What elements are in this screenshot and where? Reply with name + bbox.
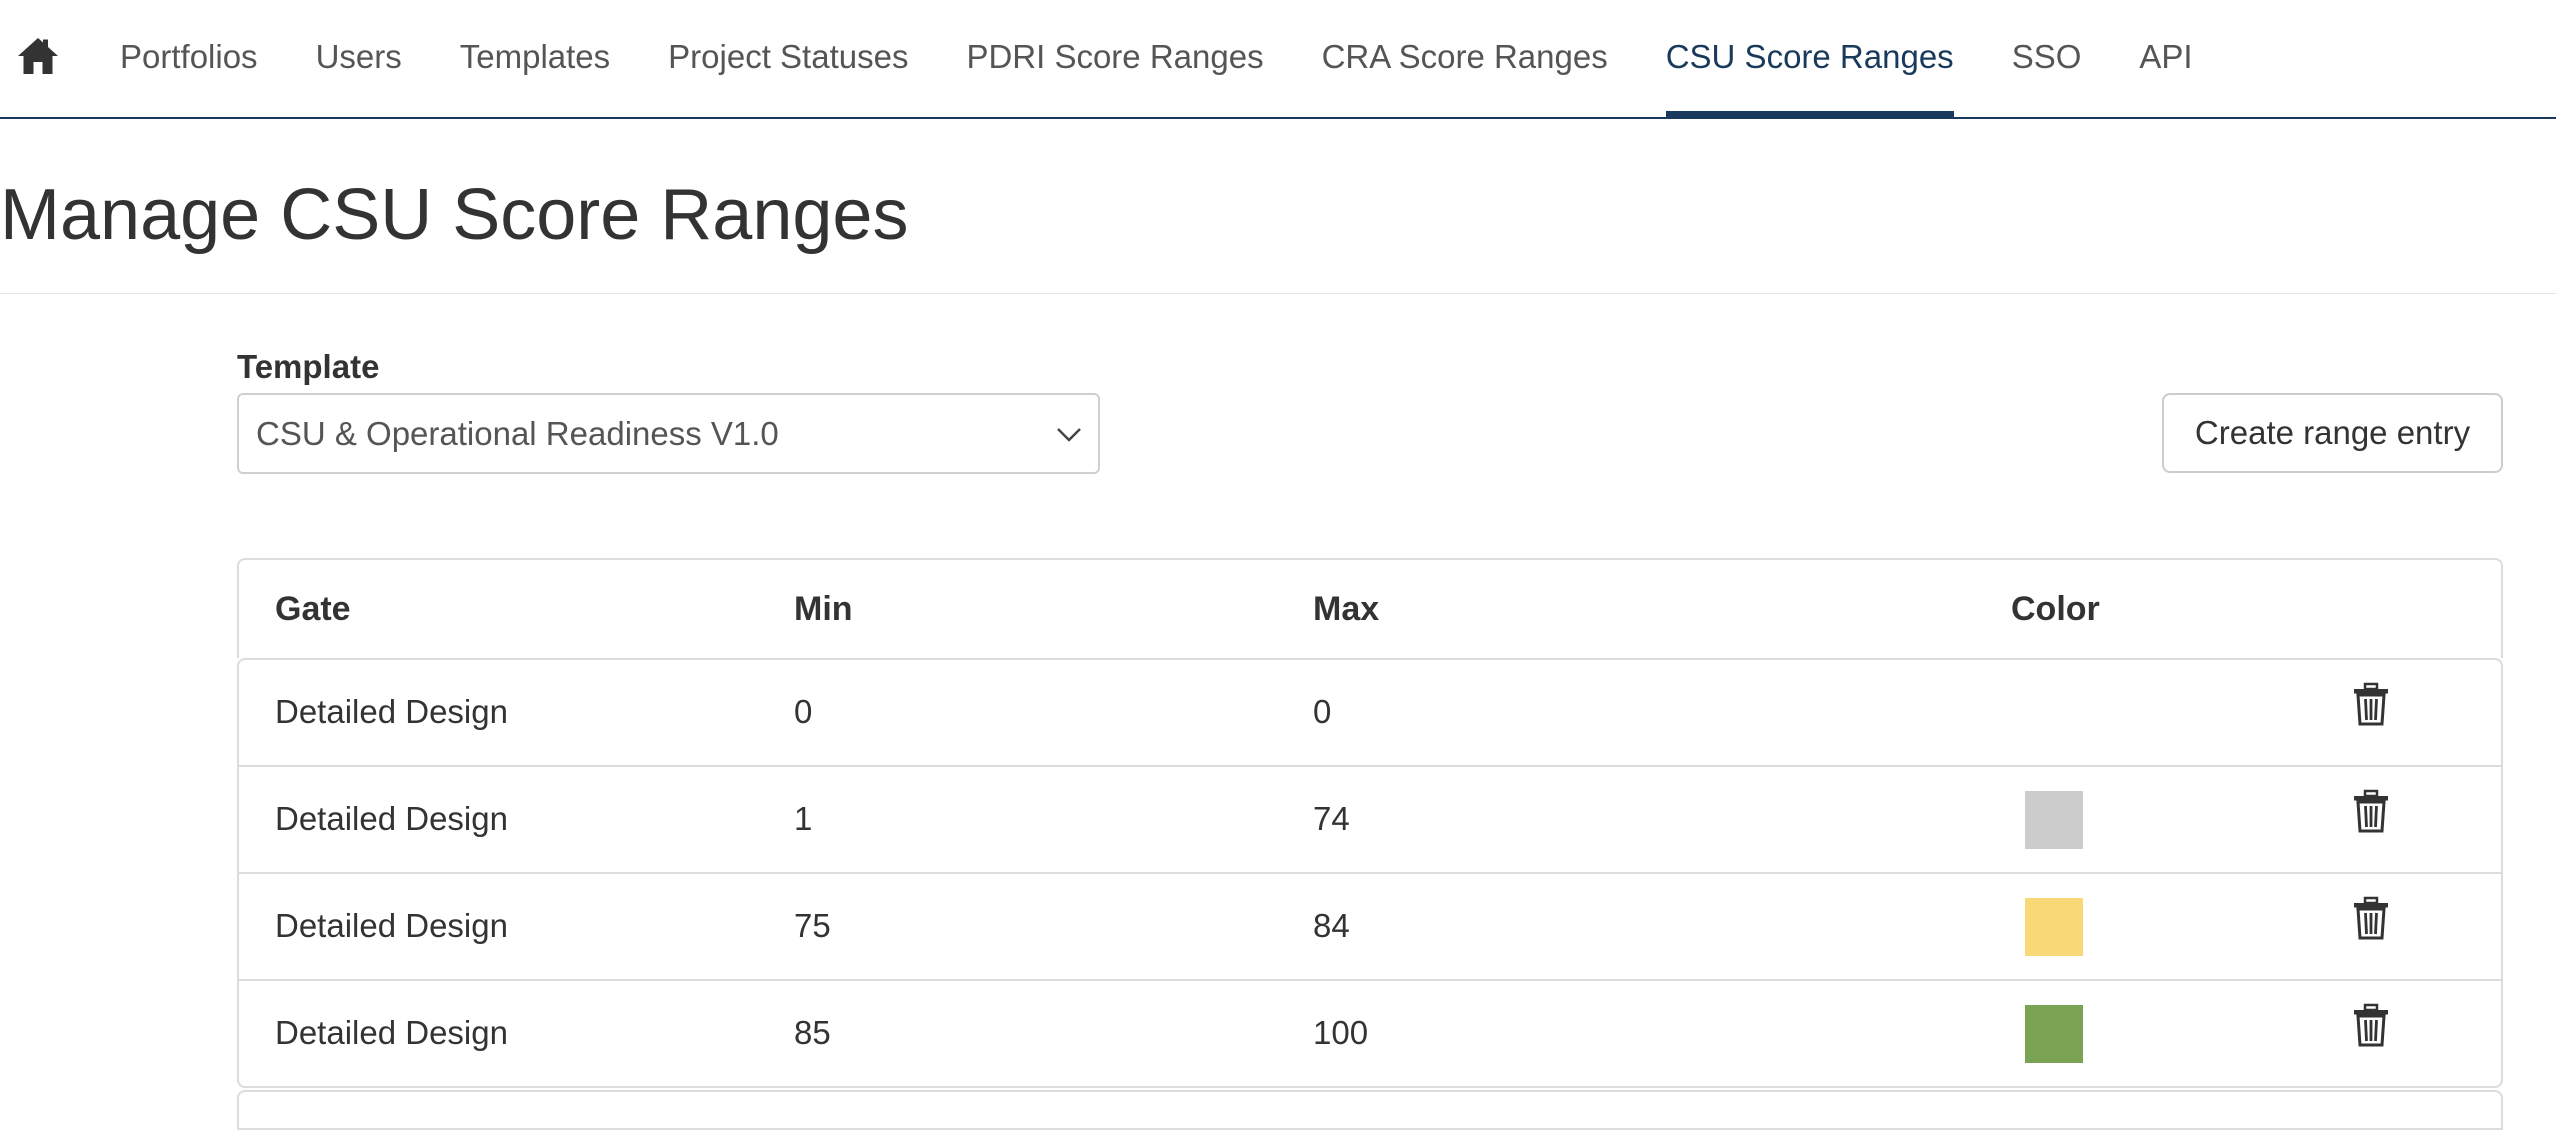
trash-icon[interactable] — [2352, 896, 2390, 940]
tab-pdri-score-ranges[interactable]: PDRI Score Ranges — [937, 0, 1292, 117]
tab-cra-score-ranges[interactable]: CRA Score Ranges — [1293, 0, 1637, 117]
color-swatch — [2025, 898, 2083, 956]
create-range-entry-button[interactable]: Create range entry — [2162, 393, 2503, 473]
cell-gate: Detailed Design — [275, 693, 508, 730]
tab-portfolios[interactable]: Portfolios — [120, 0, 287, 117]
trash-icon[interactable] — [2352, 1003, 2390, 1047]
cell-max: 0 — [1313, 693, 1332, 730]
tab-project-statuses[interactable]: Project Statuses — [639, 0, 937, 117]
tab-api[interactable]: API — [2110, 0, 2221, 117]
header-max: Max — [1313, 590, 1380, 628]
top-nav: Portfolios Users Templates Project Statu… — [0, 0, 2556, 119]
template-select-value: CSU & Operational Readiness V1.0 — [256, 415, 779, 452]
template-label: Template — [237, 348, 380, 385]
cell-min: 75 — [794, 907, 831, 944]
cell-max: 74 — [1313, 800, 1350, 837]
cell-max: 100 — [1313, 1014, 1369, 1051]
tab-users[interactable]: Users — [287, 0, 431, 117]
cell-max: 84 — [1313, 907, 1350, 944]
chevron-down-icon — [1054, 419, 1084, 449]
color-swatch — [2025, 791, 2083, 849]
table-header: Gate Min Max Color — [237, 558, 2503, 658]
page-header: Manage CSU Score Ranges — [0, 119, 2556, 294]
page-title: Manage CSU Score Ranges — [0, 175, 909, 255]
trash-icon[interactable] — [2352, 789, 2390, 833]
home-icon[interactable] — [16, 34, 60, 78]
template-select[interactable]: CSU & Operational Readiness V1.0 — [237, 393, 1100, 474]
cell-min: 1 — [794, 800, 813, 837]
table-body: Detailed Design 0 0 Detailed Design 1 74… — [237, 658, 2503, 1088]
next-section-edge — [237, 1090, 2503, 1130]
header-gate: Gate — [275, 590, 351, 628]
score-ranges-table: Gate Min Max Color Detailed Design 0 0 D… — [237, 558, 2503, 1088]
cell-gate: Detailed Design — [275, 1014, 508, 1051]
table-row: Detailed Design 75 84 — [239, 872, 2501, 979]
table-row: Detailed Design 85 100 — [239, 979, 2501, 1086]
nav-tabs: Portfolios Users Templates Project Statu… — [120, 0, 2222, 119]
trash-icon[interactable] — [2352, 682, 2390, 726]
cell-gate: Detailed Design — [275, 907, 508, 944]
table-row: Detailed Design 1 74 — [239, 765, 2501, 872]
header-min: Min — [794, 590, 853, 628]
tab-sso[interactable]: SSO — [1983, 0, 2111, 117]
cell-min: 85 — [794, 1014, 831, 1051]
cell-gate: Detailed Design — [275, 800, 508, 837]
header-color: Color — [2011, 590, 2100, 628]
tab-csu-score-ranges[interactable]: CSU Score Ranges — [1637, 0, 1983, 119]
color-swatch — [2025, 1005, 2083, 1063]
cell-min: 0 — [794, 693, 813, 730]
tab-templates[interactable]: Templates — [431, 0, 639, 117]
table-row: Detailed Design 0 0 — [239, 660, 2501, 765]
